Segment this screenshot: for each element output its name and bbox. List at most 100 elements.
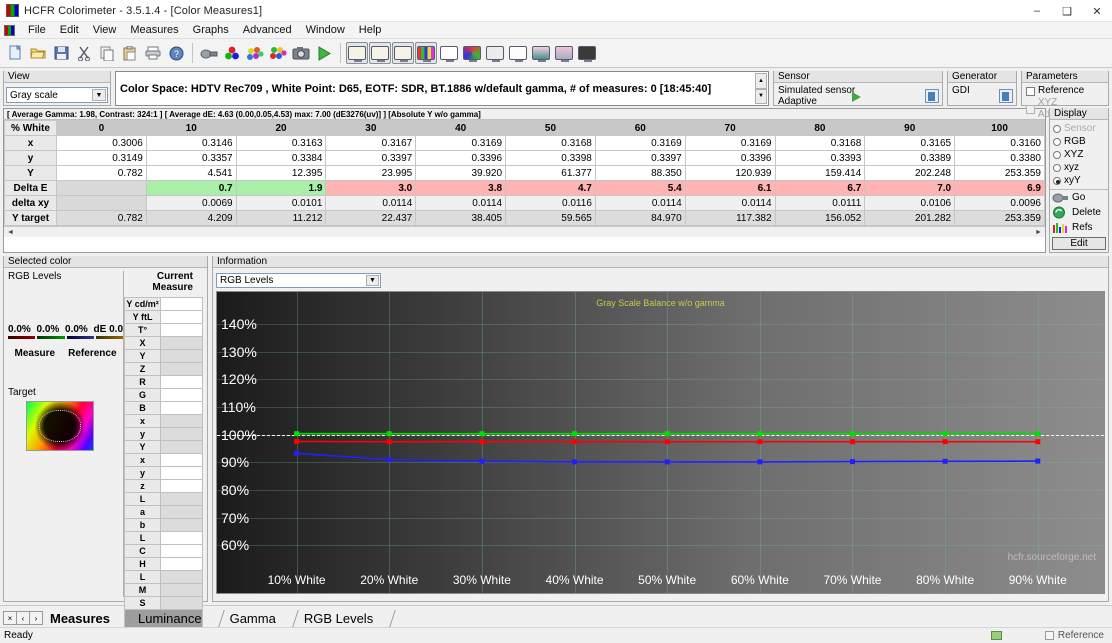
- measure-row-value[interactable]: [161, 454, 203, 467]
- save-icon[interactable]: [50, 42, 72, 64]
- measure-row-value[interactable]: [161, 428, 203, 441]
- measure-row-value[interactable]: [161, 350, 203, 363]
- menu-file[interactable]: File: [21, 23, 53, 37]
- table-cell[interactable]: 0.3397: [326, 151, 416, 166]
- table-cell[interactable]: 0.782: [57, 166, 147, 181]
- data-point-red[interactable]: [572, 439, 577, 444]
- data-point-green[interactable]: [943, 431, 948, 436]
- measure-row-value[interactable]: [161, 415, 203, 428]
- measure-row-value[interactable]: [161, 493, 203, 506]
- data-point-green[interactable]: [665, 431, 670, 436]
- data-point-blue[interactable]: [943, 459, 948, 464]
- data-point-green[interactable]: [850, 431, 855, 436]
- table-cell[interactable]: 0.3393: [775, 151, 865, 166]
- table-cell[interactable]: 253.359: [955, 166, 1045, 181]
- table-cell[interactable]: 4.209: [146, 211, 236, 226]
- table-cell[interactable]: 84.970: [595, 211, 685, 226]
- monitor-cie-icon[interactable]: [461, 42, 483, 64]
- measure-row-value[interactable]: [161, 519, 203, 532]
- table-cell[interactable]: 23.995: [326, 166, 416, 181]
- table-cell[interactable]: 5.4: [595, 181, 685, 196]
- measure-row-value[interactable]: [161, 532, 203, 545]
- display-radio-xyz[interactable]: xyz: [1050, 161, 1108, 174]
- generator-config-button[interactable]: [999, 89, 1013, 103]
- print-icon[interactable]: [142, 42, 164, 64]
- data-point-red[interactable]: [294, 439, 299, 444]
- data-point-red[interactable]: [479, 439, 484, 444]
- column-header-40[interactable]: 40: [416, 121, 506, 136]
- column-header-10[interactable]: 10: [146, 121, 236, 136]
- table-cell[interactable]: 0.3396: [685, 151, 775, 166]
- data-point-green[interactable]: [294, 431, 299, 436]
- table-cell[interactable]: 38.405: [416, 211, 506, 226]
- table-cell[interactable]: 6.7: [775, 181, 865, 196]
- cut-scissors-icon[interactable]: [73, 42, 95, 64]
- data-point-green[interactable]: [757, 431, 762, 436]
- monitor-view-3-icon[interactable]: [392, 42, 414, 64]
- table-cell[interactable]: 4.541: [146, 166, 236, 181]
- data-point-green[interactable]: [1035, 431, 1040, 436]
- monitor-pattern-icon[interactable]: [553, 42, 575, 64]
- table-cell[interactable]: 0.3160: [955, 136, 1045, 151]
- table-cell[interactable]: 0.3149: [57, 151, 147, 166]
- table-cell[interactable]: 6.9: [955, 181, 1045, 196]
- measure-row-value[interactable]: [161, 402, 203, 415]
- table-cell[interactable]: 0.0114: [326, 196, 416, 211]
- monitor-dark-icon[interactable]: [576, 42, 598, 64]
- measure-row-value[interactable]: [161, 467, 203, 480]
- data-point-red[interactable]: [387, 439, 392, 444]
- scroll-left-icon[interactable]: ◄: [5, 227, 16, 237]
- data-point-blue[interactable]: [479, 459, 484, 464]
- table-cell[interactable]: 4.7: [506, 181, 596, 196]
- monitor-white-icon[interactable]: [507, 42, 529, 64]
- colorspace-scroll-spinner[interactable]: ▲ ▼: [755, 73, 767, 104]
- table-cell[interactable]: 0.3168: [775, 136, 865, 151]
- display-radio-xyz[interactable]: XYZ: [1050, 148, 1108, 161]
- view-select[interactable]: Gray scale ▼: [6, 87, 108, 103]
- table-cell[interactable]: 0.782: [57, 211, 147, 226]
- table-cell[interactable]: 0.7: [146, 181, 236, 196]
- data-point-red[interactable]: [850, 439, 855, 444]
- table-cell[interactable]: 0.3006: [57, 136, 147, 151]
- table-cell[interactable]: 0.0111: [775, 196, 865, 211]
- measure-row-value[interactable]: [161, 506, 203, 519]
- table-cell[interactable]: 22.437: [326, 211, 416, 226]
- table-cell[interactable]: 0.3380: [955, 151, 1045, 166]
- table-cell[interactable]: 0.3357: [146, 151, 236, 166]
- monitor-gray-icon[interactable]: [484, 42, 506, 64]
- monitor-blank-icon[interactable]: [438, 42, 460, 64]
- measure-row-value[interactable]: [161, 480, 203, 493]
- paste-icon[interactable]: [119, 42, 141, 64]
- measure-row-value[interactable]: [161, 584, 203, 597]
- monitor-gradient-icon[interactable]: [530, 42, 552, 64]
- tab-rgb-levels[interactable]: RGB Levels: [296, 611, 381, 627]
- rgb-spheres-icon[interactable]: [221, 42, 243, 64]
- table-cell[interactable]: [57, 196, 147, 211]
- tab-prev-button[interactable]: ‹: [16, 611, 30, 625]
- measure-row-value[interactable]: [161, 597, 203, 610]
- column-header-60[interactable]: 60: [595, 121, 685, 136]
- table-cell[interactable]: 7.0: [865, 181, 955, 196]
- column-header-30[interactable]: 30: [326, 121, 416, 136]
- table-cell[interactable]: 0.3167: [326, 136, 416, 151]
- column-header-80[interactable]: 80: [775, 121, 865, 136]
- column-header-90[interactable]: 90: [865, 121, 955, 136]
- spinner-down-icon[interactable]: ▼: [755, 89, 767, 105]
- table-cell[interactable]: 1.9: [236, 181, 326, 196]
- tab-close-button[interactable]: ×: [3, 611, 17, 625]
- table-cell[interactable]: 0.0114: [685, 196, 775, 211]
- help-question-icon[interactable]: ?: [165, 42, 187, 64]
- reference-checkbox[interactable]: Reference: [1022, 85, 1108, 97]
- table-cell[interactable]: 0.3397: [595, 151, 685, 166]
- table-cell[interactable]: 3.0: [326, 181, 416, 196]
- monitor-colorbars-icon[interactable]: [415, 42, 437, 64]
- play-run-icon[interactable]: [313, 42, 335, 64]
- table-cell[interactable]: [57, 181, 147, 196]
- table-cell[interactable]: 0.0101: [236, 196, 326, 211]
- table-cell[interactable]: 159.414: [775, 166, 865, 181]
- copy-icon[interactable]: [96, 42, 118, 64]
- data-point-blue[interactable]: [757, 459, 762, 464]
- camera-icon[interactable]: [290, 42, 312, 64]
- sensor-run-icon[interactable]: [852, 92, 861, 102]
- data-point-red[interactable]: [757, 439, 762, 444]
